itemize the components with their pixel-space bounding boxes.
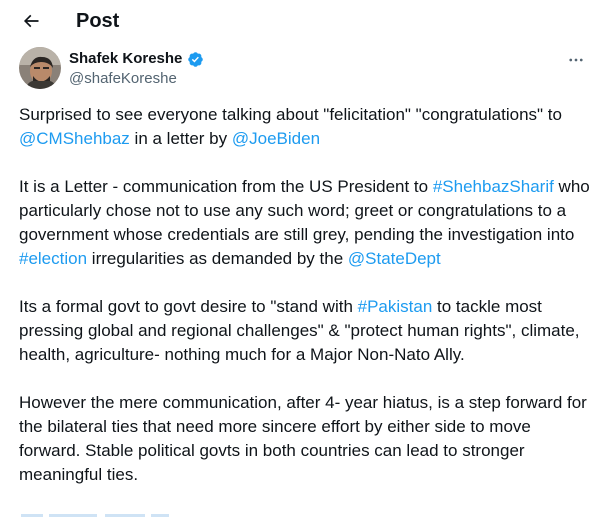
tweet-text-span: irregularities as demanded by the [87, 249, 348, 268]
arrow-left-icon [23, 14, 39, 28]
tweet-paragraph: However the mere communication, after 4-… [19, 391, 591, 487]
tweet-text-span: However the mere communication, after 4-… [19, 393, 587, 484]
truncated-next-line [19, 508, 179, 517]
avatar[interactable] [19, 47, 61, 89]
tweet-text-span: Its a formal govt to govt desire to "sta… [19, 297, 358, 316]
hashtag-link[interactable]: #ShehbazSharif [433, 177, 554, 196]
tweet-text-span: in a letter by [129, 129, 232, 148]
hashtag-link[interactable]: #Pakistan [358, 297, 433, 316]
page-title: Post [76, 10, 120, 32]
tweet-paragraph: It is a Letter - communication from the … [19, 175, 591, 271]
more-options-button[interactable] [563, 50, 589, 70]
verified-badge-icon [188, 52, 203, 67]
author-row: Shafek Koreshe @shafeKoreshe [19, 47, 589, 91]
mention-link[interactable]: @StateDept [348, 249, 441, 268]
author-name[interactable]: Shafek Koreshe [69, 50, 182, 68]
tweet-paragraph: Its a formal govt to govt desire to "sta… [19, 295, 591, 367]
back-button[interactable] [16, 6, 46, 36]
avatar-image [19, 47, 61, 89]
truncated-text-fragment [21, 514, 169, 517]
tweet-paragraph: Surprised to see everyone talking about … [19, 103, 591, 151]
tweet-text-span: It is a Letter - communication from the … [19, 177, 433, 196]
mention-link[interactable]: @JoeBiden [232, 129, 320, 148]
author-handle[interactable]: @shafeKoreshe [69, 70, 177, 88]
tweet-text: Surprised to see everyone talking about … [19, 103, 591, 511]
tweet-text-span: Surprised to see everyone talking about … [19, 105, 562, 124]
hashtag-link[interactable]: #election [19, 249, 87, 268]
post-header: Post [0, 0, 598, 42]
mention-link[interactable]: @CMShehbaz [19, 129, 130, 148]
more-horizontal-icon [569, 58, 583, 62]
